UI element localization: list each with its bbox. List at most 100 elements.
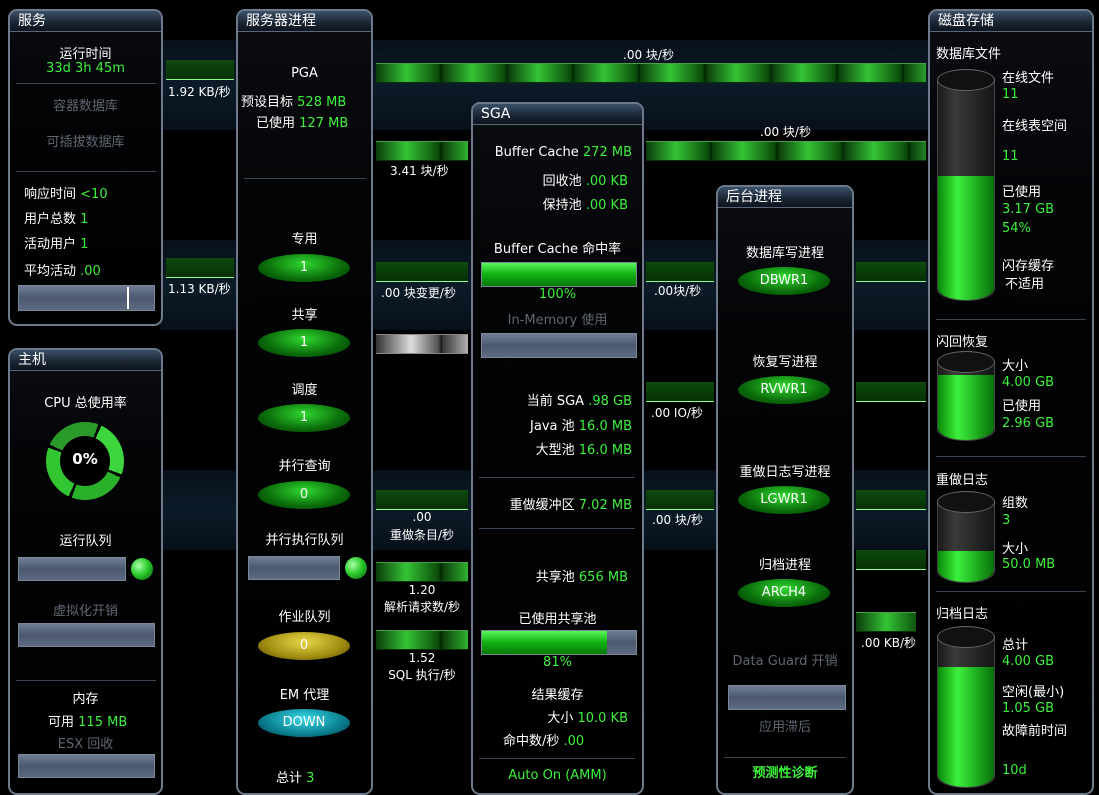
virt-bar[interactable] [18, 623, 155, 647]
redo-groups-label: 组数 [1002, 496, 1029, 511]
dbwr-pill[interactable]: DBWR1 [738, 267, 830, 295]
online-ts-value: 11 [1002, 149, 1019, 164]
arch-free-value: 1.05 GB [1002, 701, 1055, 716]
sga-panel: SGA Buffer Cache 272 MB 回收池 .00 KB 保持池 .… [471, 102, 644, 795]
server-flow-2 [376, 262, 468, 282]
flow-label-12: 1.52 [408, 651, 436, 665]
run-queue-bar[interactable] [18, 557, 126, 581]
redo-buffer-value: 7.02 MB [578, 498, 632, 513]
diag-link[interactable]: 预测性诊断 [718, 762, 852, 781]
parallel-queue-bar[interactable] [248, 556, 340, 580]
shared-pool-label: 共享池 [535, 570, 575, 585]
dg-bar[interactable] [728, 685, 846, 710]
server-flow-1 [376, 141, 468, 161]
sga-bg-flow-1 [646, 262, 714, 282]
avg-active-bar[interactable] [18, 285, 155, 311]
disk-title: 磁盘存储 [930, 11, 1092, 32]
shared-pool-value: 656 MB [578, 570, 628, 585]
server-flow-grey [376, 334, 468, 354]
fb-used-value: 2.96 GB [1002, 416, 1055, 431]
large-pool-value: 16.0 MB [578, 443, 632, 458]
avg-active-row: 平均活动 .00 [24, 260, 101, 279]
used-shared-fill [482, 631, 607, 654]
arch-label: 归档进程 [758, 558, 811, 573]
hit-ratio-value: 100% [538, 287, 577, 302]
job-queue-pill[interactable]: 0 [258, 632, 350, 660]
services-flow-spark-1 [166, 60, 234, 80]
recycle-label: 回收池 [542, 174, 582, 189]
used-shared-bar[interactable] [481, 630, 637, 655]
used-shared-label: 已使用共享池 [518, 612, 597, 627]
rvwr-pill[interactable]: RVWR1 [738, 376, 830, 404]
dbfiles-label: 数据库文件 [936, 47, 1002, 62]
bg-disk-flow-4 [856, 550, 926, 570]
lgwr-pill[interactable]: LGWR1 [738, 486, 830, 514]
dbfiles-cylinder [937, 69, 995, 301]
arch-ttf-label: 故障前时间 [1002, 724, 1068, 739]
keep-value: .00 KB [585, 198, 628, 213]
shared-label: 共享 [291, 308, 318, 323]
em-agent-pill[interactable]: DOWN [258, 709, 350, 737]
flow-label-1: 1.92 KB/秒 [168, 85, 231, 99]
online-ts-label: 在线表空间 [1002, 119, 1068, 134]
bg-disk-flow-5 [856, 612, 916, 632]
bg-title: 后台进程 [718, 187, 852, 208]
dedicated-pill[interactable]: 1 [258, 254, 350, 282]
flashback-fill [938, 374, 994, 440]
esx-bar[interactable] [18, 754, 155, 778]
current-sga-value: .98 GB [588, 394, 632, 409]
pga-used-label: 已使用 [256, 116, 296, 131]
hit-ratio-label: Buffer Cache 命中率 [493, 242, 622, 257]
hit-ratio-bar[interactable] [481, 262, 637, 287]
parallel-pill[interactable]: 0 [258, 481, 350, 509]
rc-hits-value: .00 [563, 734, 585, 749]
sga-title: SGA [473, 104, 642, 125]
arch-ttf-value: 10d [1002, 763, 1027, 778]
services-title: 服务 [10, 11, 161, 32]
shared-pill[interactable]: 1 [258, 329, 350, 357]
run-queue-status-icon [131, 558, 153, 580]
pga-used-row: 已使用 127 MB [256, 112, 348, 131]
dg-label: Data Guard 开销 [732, 654, 838, 669]
sga-bg-flow-3 [646, 490, 714, 510]
rc-hits-row: 命中数/秒 .00 [503, 730, 584, 749]
flow-label-8: .00 IO/秒 [651, 406, 703, 420]
container-db-link[interactable]: 容器数据库 [10, 95, 161, 114]
active-users-label: 活动用户 [24, 237, 77, 252]
server-flow-4 [376, 562, 468, 582]
apply-lag-label: 应用滞后 [758, 720, 811, 735]
total-users-row: 用户总数 1 [24, 208, 88, 227]
used-shared-value: 81% [543, 655, 572, 670]
run-queue-label: 运行队列 [59, 534, 112, 549]
flow-label-10b: 重做条目/秒 [389, 528, 455, 542]
flow-label-12b: SQL 执行/秒 [388, 668, 456, 682]
fb-size-value: 4.00 GB [1002, 375, 1055, 390]
pluggable-db-link[interactable]: 可插拔数据库 [10, 131, 161, 150]
arch-pill[interactable]: ARCH4 [738, 579, 830, 607]
flow-label-5: 3.41 块/秒 [390, 164, 449, 178]
cpu-value: 0% [72, 450, 98, 468]
used-value: 3.17 GB [1002, 202, 1055, 217]
esx-label: ESX 回收 [57, 737, 114, 752]
dispatch-pill[interactable]: 1 [258, 404, 350, 432]
response-time-value: <10 [80, 187, 108, 202]
rc-size-value: 10.0 KB [577, 711, 628, 726]
flow-label-6: .00 块变更/秒 [381, 286, 456, 300]
host-panel: 主机 CPU 总使用率 0% 运行队列 虚拟化开销 内存 可用 115 MB E… [8, 348, 163, 795]
redo-buffer-row: 重做缓冲区 7.02 MB [510, 494, 632, 513]
cpu-label: CPU 总使用率 [44, 396, 127, 411]
response-time-label: 响应时间 [24, 187, 77, 202]
pga-target-label: 预设目标 [241, 95, 294, 110]
response-time-row: 响应时间 <10 [24, 183, 108, 202]
flashback-cylinder [937, 351, 995, 441]
inmemory-bar[interactable] [481, 333, 637, 358]
result-cache-label: 结果缓存 [531, 688, 584, 703]
server-flow-3 [376, 490, 468, 510]
dbfiles-fill [938, 175, 994, 300]
total-users-label: 用户总数 [24, 212, 77, 227]
job-queue-label: 作业队列 [278, 610, 331, 625]
shared-pool-row: 共享池 656 MB [536, 566, 628, 585]
flow-label-10: .00 [412, 510, 432, 524]
used-label: 已使用 [1002, 185, 1042, 200]
rc-hits-label: 命中数/秒 [503, 734, 560, 749]
